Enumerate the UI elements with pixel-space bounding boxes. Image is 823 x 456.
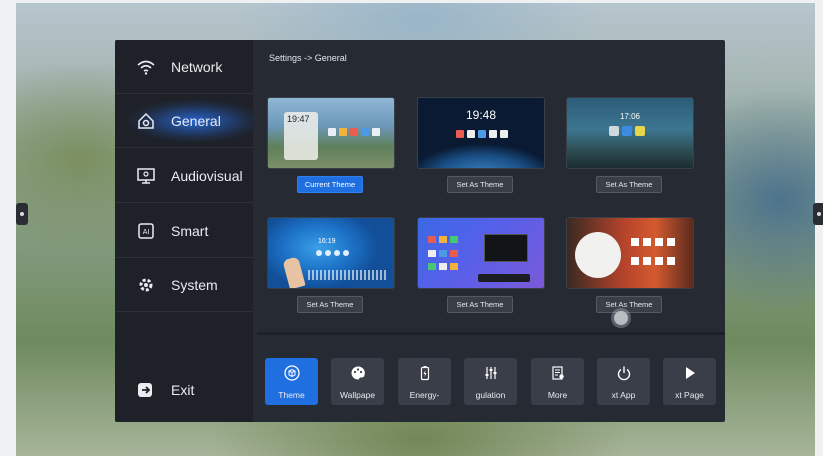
sidebar-item-label: Audiovisual <box>171 167 243 184</box>
sidebar-item-network[interactable]: Network <box>115 40 253 94</box>
toolbar-label: xt App <box>611 390 636 400</box>
toolbar-label: Theme <box>278 390 305 400</box>
toolbar-label: gulation <box>475 390 506 400</box>
monitor-icon <box>135 165 157 187</box>
section-divider <box>257 332 725 335</box>
settings-panel: Network General Audiovisual AI Smart Sys… <box>115 40 725 422</box>
toolbar-label: More <box>547 390 568 400</box>
theme-thumbnail: 19:47 <box>267 97 395 169</box>
theme-card-1[interactable]: 19:47 Current Theme <box>267 97 395 193</box>
toolbar-label: Wallpape <box>339 390 376 400</box>
theme-card-6[interactable]: Set As Theme <box>566 217 694 313</box>
cube-icon <box>283 365 300 383</box>
set-as-theme-button[interactable]: Set As Theme <box>447 296 513 313</box>
gear-icon <box>135 274 157 296</box>
sidebar-item-system[interactable]: System <box>115 258 253 312</box>
exit-icon <box>135 379 157 401</box>
screen-bezel-right <box>815 0 823 456</box>
svg-text:AI: AI <box>143 229 150 236</box>
document-icon <box>550 365 566 383</box>
screen-bezel-left <box>0 0 16 456</box>
exit-button[interactable]: Exit <box>115 370 253 410</box>
toolbar-energy-button[interactable]: Energy- <box>398 358 451 405</box>
theme-clock: 16:19 <box>318 238 336 245</box>
touch-indicator <box>614 311 628 325</box>
wifi-icon <box>135 56 157 78</box>
toolbar-next-page-button[interactable]: xt Page <box>663 358 716 405</box>
ai-chip-icon: AI <box>135 220 157 242</box>
theme-thumbnail <box>566 217 694 289</box>
theme-clock: 19:47 <box>287 114 310 124</box>
palette-icon <box>350 365 366 383</box>
right-side-handle[interactable] <box>813 203 823 225</box>
power-icon <box>616 365 632 383</box>
set-as-theme-button[interactable]: Set As Theme <box>596 296 662 313</box>
toolbar-theme-button[interactable]: Theme <box>265 358 318 405</box>
toolbar-label: xt Page <box>675 390 704 400</box>
general-settings-icon <box>135 110 157 132</box>
current-theme-button[interactable]: Current Theme <box>297 176 363 193</box>
sidebar-item-audiovisual[interactable]: Audiovisual <box>115 149 253 203</box>
sidebar-item-label: System <box>171 276 218 293</box>
theme-card-4[interactable]: 16:19 Set As Theme <box>267 217 395 313</box>
set-as-theme-button[interactable]: Set As Theme <box>596 176 662 193</box>
sliders-icon <box>483 365 499 383</box>
toolbar-exit-app-button[interactable]: xt App <box>597 358 650 405</box>
exit-label: Exit <box>171 382 195 398</box>
sidebar-item-general[interactable]: General <box>115 94 253 148</box>
sidebar-item-label: Network <box>171 58 223 75</box>
toolbar-wallpaper-button[interactable]: Wallpape <box>331 358 384 405</box>
set-as-theme-button[interactable]: Set As Theme <box>447 176 513 193</box>
theme-thumbnail: 16:19 <box>267 217 395 289</box>
breadcrumb: Settings -> General <box>269 53 347 63</box>
battery-icon <box>417 365 433 383</box>
theme-thumbnail: 17:06 <box>566 97 694 169</box>
theme-card-3[interactable]: 17:06 Set As Theme <box>566 97 694 193</box>
set-as-theme-button[interactable]: Set As Theme <box>297 296 363 313</box>
play-icon <box>682 365 698 383</box>
toolbar-regulation-button[interactable]: gulation <box>464 358 517 405</box>
theme-clock: 19:48 <box>465 108 497 122</box>
settings-sidebar: Network General Audiovisual AI Smart Sys… <box>115 40 253 422</box>
theme-clock: 17:06 <box>619 112 641 121</box>
theme-card-5[interactable]: Set As Theme <box>417 217 545 313</box>
toolbar-more-button[interactable]: More <box>531 358 584 405</box>
theme-thumbnail <box>417 217 545 289</box>
sidebar-item-smart[interactable]: AI Smart <box>115 204 253 258</box>
left-side-handle[interactable] <box>16 203 28 225</box>
theme-thumbnail: 19:48 <box>417 97 545 169</box>
sidebar-item-label: General <box>171 112 221 129</box>
screen-bezel-top <box>0 0 823 3</box>
theme-card-2[interactable]: 19:48 Set As Theme <box>417 97 545 193</box>
sidebar-item-label: Smart <box>171 222 209 239</box>
toolbar-label: Energy- <box>409 390 440 400</box>
